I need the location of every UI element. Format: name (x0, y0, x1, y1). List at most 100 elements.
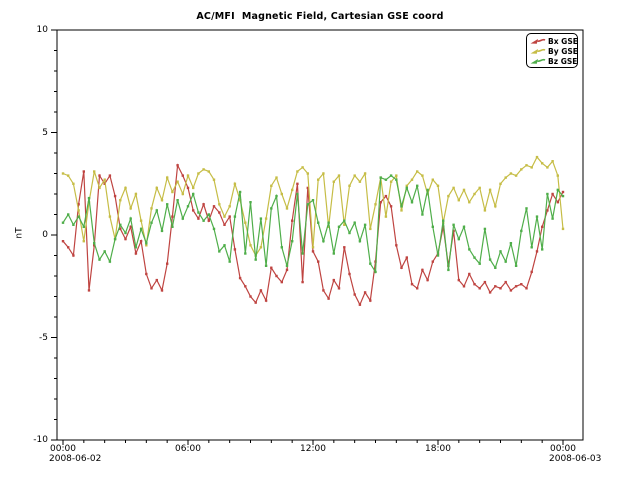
series-marker-bz-gse (395, 179, 397, 181)
series-marker-by-gse (421, 174, 423, 176)
series-marker-bz-gse (275, 195, 277, 197)
series-marker-by-gse (541, 162, 543, 164)
series-marker-bz-gse (546, 193, 548, 195)
series-marker-bx-gse (197, 217, 199, 219)
magnetic-field-chart: AC/MFI Magnetic Field, Cartesian GSE coo… (0, 0, 640, 480)
series-marker-bx-gse (145, 273, 147, 275)
series-marker-bx-gse (114, 195, 116, 197)
series-marker-by-gse (166, 176, 168, 178)
series-marker-by-gse (463, 189, 465, 191)
series-marker-bz-gse (265, 265, 267, 267)
series-marker-bz-gse (255, 258, 257, 260)
series-marker-bx-gse (244, 285, 246, 287)
series-marker-by-gse (104, 179, 106, 181)
series-marker-by-gse (416, 170, 418, 172)
series-marker-bz-gse (229, 260, 231, 262)
series-marker-bx-gse (354, 293, 356, 295)
x-tick-label: 00:00 (533, 444, 593, 454)
series-marker-bz-gse (520, 230, 522, 232)
series-marker-bz-gse (77, 215, 79, 217)
series-marker-bz-gse (551, 217, 553, 219)
series-marker-by-gse (161, 199, 163, 201)
series-marker-bx-gse (562, 191, 564, 193)
series-marker-by-gse (156, 187, 158, 189)
series-marker-bz-gse (218, 250, 220, 252)
series-marker-by-gse (176, 181, 178, 183)
series-marker-by-gse (390, 181, 392, 183)
series-marker-bx-gse (88, 289, 90, 291)
series-marker-bx-gse (265, 299, 267, 301)
series-marker-bx-gse (364, 291, 366, 293)
legend-item-by: By GSE (530, 46, 574, 56)
series-marker-bz-gse (223, 244, 225, 246)
series-marker-bz-gse (479, 263, 481, 265)
series-marker-bx-gse (406, 256, 408, 258)
series-marker-bx-gse (296, 183, 298, 185)
series-marker-bx-gse (270, 267, 272, 269)
series-marker-bx-gse (161, 289, 163, 291)
x-tick-label: 06:00 (158, 444, 218, 454)
series-marker-bz-gse (130, 217, 132, 219)
series-marker-bx-gse (463, 285, 465, 287)
series-marker-bz-gse (67, 213, 69, 215)
series-marker-by-gse (124, 187, 126, 189)
series-marker-bz-gse (239, 191, 241, 193)
series-marker-bz-gse (244, 252, 246, 254)
legend-label-bx: Bx GSE (548, 37, 578, 46)
series-marker-bz-gse (380, 176, 382, 178)
series-marker-by-gse (458, 199, 460, 201)
series-marker-bx-gse (536, 250, 538, 252)
series-marker-bz-gse (489, 258, 491, 260)
series-marker-by-gse (130, 207, 132, 209)
series-marker-bx-gse (510, 289, 512, 291)
series-marker-by-gse (72, 183, 74, 185)
series-marker-bz-gse (452, 224, 454, 226)
series-marker-bz-gse (135, 246, 137, 248)
series-marker-by-gse (296, 170, 298, 172)
series-marker-bx-gse (150, 287, 152, 289)
series-marker-by-gse (249, 244, 251, 246)
series-marker-bz-gse (348, 232, 350, 234)
series-marker-bz-gse (291, 240, 293, 242)
series-marker-bx-gse (385, 195, 387, 197)
series-marker-bz-gse (312, 199, 314, 201)
series-marker-by-gse (520, 168, 522, 170)
series-marker-bz-gse (338, 226, 340, 228)
series-marker-bx-gse (468, 273, 470, 275)
series-marker-by-gse (494, 205, 496, 207)
series-marker-by-gse (536, 156, 538, 158)
chart-canvas (0, 0, 640, 480)
series-marker-bx-gse (432, 260, 434, 262)
series-marker-bx-gse (505, 281, 507, 283)
series-marker-by-gse (479, 187, 481, 189)
series-marker-bz-gse (249, 201, 251, 203)
x-tick-label: 00:00 (33, 444, 93, 454)
series-line-bz-gse (63, 176, 563, 272)
series-marker-bx-gse (421, 269, 423, 271)
series-marker-by-gse (364, 172, 366, 174)
series-marker-by-gse (83, 240, 85, 242)
series-marker-bz-gse (374, 271, 376, 273)
series-marker-bz-gse (182, 217, 184, 219)
series-marker-bx-gse (202, 203, 204, 205)
series-marker-bx-gse (218, 211, 220, 213)
series-marker-bz-gse (202, 220, 204, 222)
series-marker-by-gse (109, 215, 111, 217)
series-marker-bz-gse (458, 238, 460, 240)
series-marker-bz-gse (359, 240, 361, 242)
series-marker-bz-gse (83, 226, 85, 228)
series-marker-bx-gse (260, 289, 262, 291)
series-marker-bz-gse (234, 215, 236, 217)
series-marker-bx-gse (520, 283, 522, 285)
series-marker-by-gse (489, 189, 491, 191)
series-marker-by-gse (557, 174, 559, 176)
series-marker-bz-gse (88, 197, 90, 199)
legend-item-bx: Bx GSE (530, 36, 574, 46)
series-marker-bz-gse (426, 189, 428, 191)
series-marker-bz-gse (187, 205, 189, 207)
series-marker-by-gse (234, 183, 236, 185)
series-marker-bx-gse (400, 267, 402, 269)
series-marker-by-gse (67, 174, 69, 176)
series-marker-bx-gse (338, 287, 340, 289)
series-marker-bx-gse (249, 295, 251, 297)
